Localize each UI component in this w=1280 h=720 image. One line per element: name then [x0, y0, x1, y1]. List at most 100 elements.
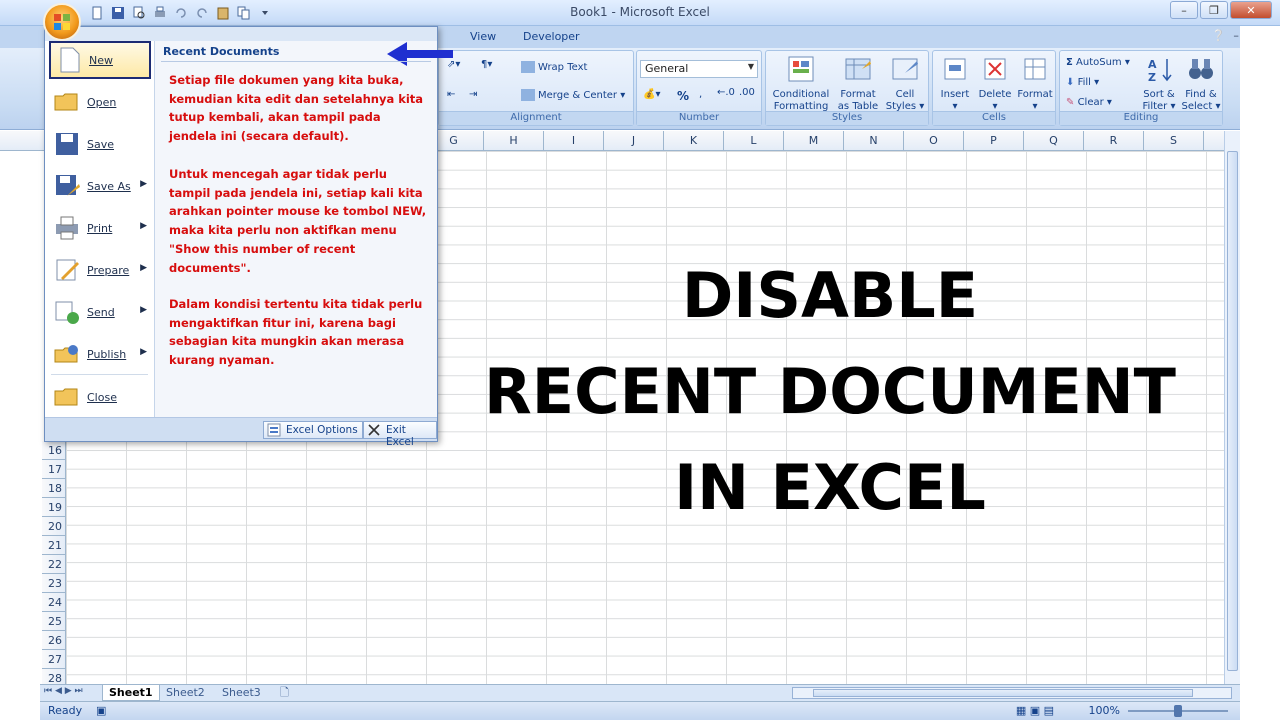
column-header-s[interactable]: S — [1144, 131, 1204, 151]
customize-icon[interactable] — [256, 4, 274, 22]
row-header-24[interactable]: 24 — [42, 593, 66, 612]
comma-style-icon[interactable]: , — [699, 89, 702, 100]
cell-styles-icon — [892, 58, 918, 80]
column-header-i[interactable]: I — [544, 131, 604, 151]
format-table-icon — [845, 58, 871, 80]
view-buttons[interactable]: ▦ ▣ ▤ — [1016, 704, 1054, 717]
insert-sheet-icon[interactable]: 🗋 — [274, 685, 295, 701]
zoom-slider[interactable] — [1128, 705, 1228, 717]
paste-icon[interactable] — [214, 4, 232, 22]
currency-icon[interactable]: 💰▾ — [643, 89, 660, 100]
printer-icon — [56, 216, 78, 240]
vertical-scrollbar[interactable] — [1224, 131, 1240, 686]
row-header-22[interactable]: 22 — [42, 555, 66, 574]
copy-icon[interactable] — [235, 4, 253, 22]
row-header-26[interactable]: 26 — [42, 631, 66, 650]
row-header-18[interactable]: 18 — [42, 479, 66, 498]
indent-icon[interactable]: ¶▾ — [481, 59, 492, 70]
zoom-level[interactable]: 100% — [1089, 704, 1120, 717]
menu-prepare[interactable]: Prepare ▶ — [49, 251, 151, 289]
sheet-tabs-bar: ⏮ ◀ ▶ ⏭ Sheet1 Sheet2 Sheet3 🗋 — [40, 684, 1240, 701]
number-format-select[interactable]: General ▼ — [640, 60, 758, 78]
excel-options-button[interactable]: Excel Options — [263, 421, 363, 439]
menu-save[interactable]: Save — [49, 125, 151, 163]
close-window-button[interactable]: ✕ — [1230, 1, 1272, 19]
menu-send[interactable]: Send ▶ — [49, 293, 151, 331]
new-document-icon — [60, 47, 80, 73]
autosum-button[interactable]: Σ AutoSum ▾ — [1066, 57, 1130, 68]
sheet-nav-icons[interactable]: ⏮ ◀ ▶ ⏭ — [44, 686, 83, 696]
right-edge — [1240, 26, 1280, 720]
column-header-k[interactable]: K — [664, 131, 724, 151]
column-header-l[interactable]: L — [724, 131, 784, 151]
sheet-tab-1[interactable]: Sheet1 — [102, 685, 160, 701]
menu-new[interactable]: New — [49, 41, 151, 79]
recent-documents-header: Recent Documents — [163, 45, 280, 58]
column-header-p[interactable]: P — [964, 131, 1024, 151]
sheet-tab-2[interactable]: Sheet2 — [160, 685, 211, 701]
macro-record-icon[interactable]: ▣ — [96, 704, 106, 717]
menu-save-as[interactable]: Save As ▶ — [49, 167, 151, 205]
horizontal-scroll-thumb[interactable] — [813, 689, 1193, 697]
decrease-decimal-icon[interactable]: .00 — [739, 87, 755, 98]
sheet-tab-3[interactable]: Sheet3 — [216, 685, 267, 701]
row-header-19[interactable]: 19 — [42, 498, 66, 517]
sort-filter-button[interactable]: AZ Sort & Filter ▾ — [1140, 55, 1178, 113]
cell-styles-button[interactable]: Cell Styles ▾ — [884, 55, 926, 113]
increase-indent-icon[interactable]: ⇥ — [469, 89, 477, 100]
redo-icon[interactable] — [193, 4, 211, 22]
column-header-o[interactable]: O — [904, 131, 964, 151]
column-header-m[interactable]: M — [784, 131, 844, 151]
quick-access-toolbar — [88, 4, 274, 22]
clear-button[interactable]: ✎ Clear ▾ — [1066, 97, 1112, 108]
office-button[interactable] — [43, 3, 81, 41]
help-icon[interactable]: ❔ — [1212, 29, 1226, 42]
new-doc-icon[interactable] — [88, 4, 106, 22]
find-select-button[interactable]: Find & Select ▾ — [1180, 55, 1222, 113]
horizontal-scrollbar[interactable] — [792, 687, 1232, 699]
delete-button[interactable]: Delete ▾ — [976, 55, 1014, 113]
left-gutter — [0, 151, 42, 686]
insert-button[interactable]: Insert ▾ — [936, 55, 974, 113]
zoom-slider-knob[interactable] — [1174, 705, 1182, 717]
quick-print-icon[interactable] — [151, 4, 169, 22]
row-header-17[interactable]: 17 — [42, 460, 66, 479]
menu-print[interactable]: Print ▶ — [49, 209, 151, 247]
column-header-n[interactable]: N — [844, 131, 904, 151]
tab-view[interactable]: View — [470, 30, 496, 43]
wrap-text-button[interactable]: Wrap Text — [521, 61, 587, 73]
options-icon — [267, 423, 281, 437]
column-header-q[interactable]: Q — [1024, 131, 1084, 151]
menu-publish[interactable]: Publish ▶ — [49, 335, 151, 373]
print-preview-icon[interactable] — [130, 4, 148, 22]
row-header-16[interactable]: 16 — [42, 441, 66, 460]
column-header-j[interactable]: J — [604, 131, 664, 151]
row-header-21[interactable]: 21 — [42, 536, 66, 555]
open-folder-icon — [54, 93, 78, 111]
row-header-25[interactable]: 25 — [42, 612, 66, 631]
tab-developer[interactable]: Developer — [523, 30, 580, 43]
fill-button[interactable]: ⬇ Fill ▾ — [1066, 77, 1099, 88]
column-header-r[interactable]: R — [1084, 131, 1144, 151]
fill-down-icon: ⬇ — [1066, 77, 1075, 88]
row-header-23[interactable]: 23 — [42, 574, 66, 593]
row-header-20[interactable]: 20 — [42, 517, 66, 536]
floppy-disk-icon — [56, 133, 78, 155]
format-cells-button[interactable]: Format ▾ — [1016, 55, 1054, 113]
save-icon[interactable] — [109, 4, 127, 22]
vertical-scroll-thumb[interactable] — [1227, 151, 1238, 671]
minimize-ribbon-icon[interactable]: – — [1233, 29, 1239, 42]
restore-button[interactable]: ❐ — [1200, 1, 1228, 19]
undo-icon[interactable] — [172, 4, 190, 22]
instruction-note-1: Setiap file dokumen yang kita buka, kemu… — [169, 73, 424, 144]
merge-center-button[interactable]: Merge & Center ▾ — [521, 89, 625, 101]
minimize-button[interactable]: – — [1170, 1, 1198, 19]
column-header-h[interactable]: H — [484, 131, 544, 151]
decrease-indent-icon[interactable]: ⇤ — [447, 89, 455, 100]
exit-excel-button[interactable]: Exit Excel — [363, 421, 437, 448]
increase-decimal-icon[interactable]: ←.0 — [717, 87, 735, 98]
menu-close[interactable]: Close — [49, 378, 151, 416]
percent-button[interactable]: % — [677, 89, 689, 103]
row-header-27[interactable]: 27 — [42, 650, 66, 669]
menu-open[interactable]: Open — [49, 83, 151, 121]
